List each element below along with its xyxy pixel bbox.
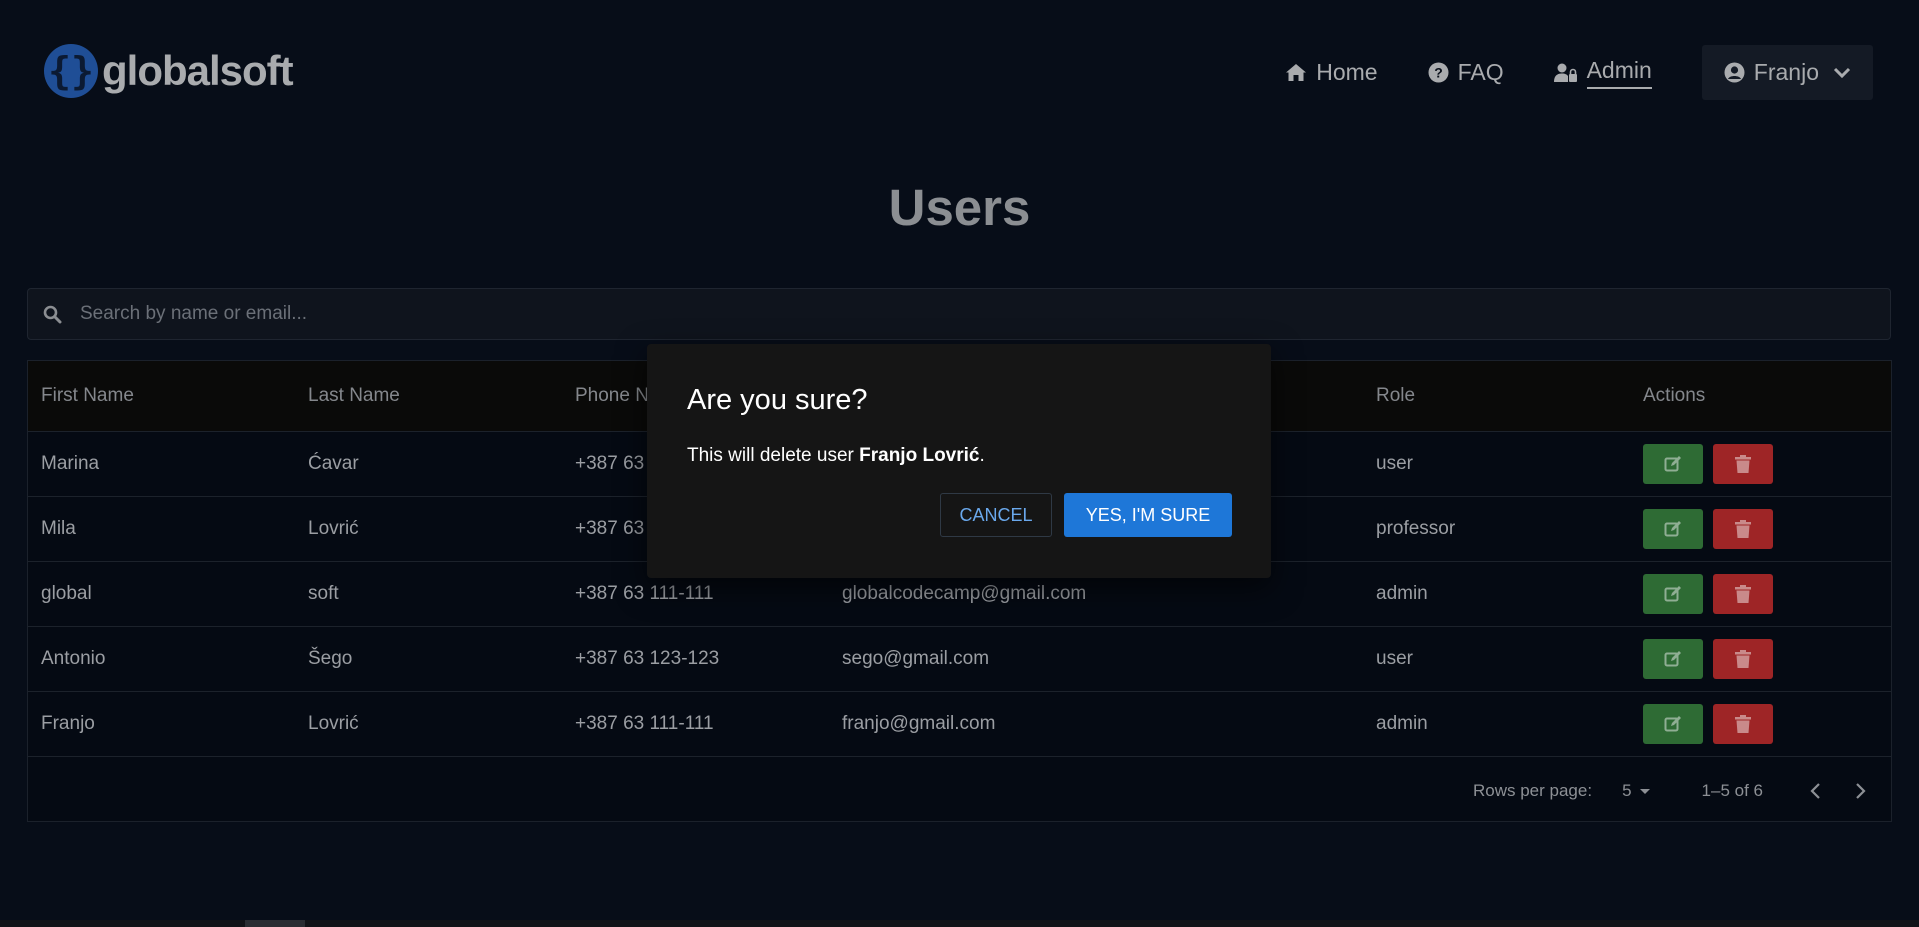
question-circle-icon: ? <box>1428 62 1449 83</box>
cell-first-name: Antonio <box>41 647 106 669</box>
edit-icon <box>1664 455 1681 471</box>
svg-text:?: ? <box>1434 65 1443 81</box>
rows-per-page-label: Rows per page: <box>1473 781 1593 800</box>
user-menu-button[interactable]: Franjo <box>1701 45 1873 100</box>
page-range: 1–5 of 6 <box>1701 781 1763 800</box>
col-role[interactable]: Role <box>1363 361 1630 431</box>
cell-role: user <box>1376 647 1413 669</box>
cell-role: professor <box>1376 517 1456 539</box>
cell-first-name: Marina <box>41 452 100 474</box>
cell-actions <box>1630 626 1891 691</box>
user-lock-icon <box>1553 63 1577 82</box>
col-first-name[interactable]: First Name <box>28 361 295 431</box>
cell-last-name: Lovrić <box>308 517 359 539</box>
rows-per-page-select[interactable]: 5 <box>1622 781 1655 801</box>
top-nav: Home ? FAQ Admin Franjo <box>1285 45 1873 100</box>
edit-button[interactable] <box>1643 638 1703 679</box>
chevron-left-icon <box>1810 783 1820 799</box>
search-box <box>27 288 1891 340</box>
trash-icon <box>1735 584 1751 603</box>
cell-first-name: Franjo <box>41 712 95 734</box>
cell-first-name: global <box>41 582 92 604</box>
table-row: Franjo Lovrić +387 63 111-111 franjo@gma… <box>28 691 1891 756</box>
nav-home-label: Home <box>1316 59 1378 85</box>
edit-button[interactable] <box>1643 573 1703 614</box>
trash-icon <box>1735 519 1751 538</box>
delete-button[interactable] <box>1713 703 1773 744</box>
nav-admin[interactable]: Admin <box>1553 45 1652 100</box>
edit-icon <box>1664 585 1681 601</box>
search-input[interactable] <box>78 302 1782 326</box>
edit-button[interactable] <box>1643 443 1703 484</box>
delete-button[interactable] <box>1713 638 1773 679</box>
page-title: Users <box>888 179 1031 236</box>
nav-admin-label: Admin <box>1586 57 1652 89</box>
nav-home[interactable]: Home <box>1285 45 1378 100</box>
cell-role: admin <box>1376 712 1428 734</box>
edit-icon <box>1664 650 1681 666</box>
trash-icon <box>1735 714 1751 733</box>
next-page-button[interactable] <box>1855 782 1867 800</box>
nav-faq-label: FAQ <box>1457 59 1504 85</box>
scrollbar-thumb[interactable] <box>245 920 305 927</box>
logo-mark-icon: {} <box>44 44 98 98</box>
home-icon <box>1286 64 1307 81</box>
cell-last-name: Ćavar <box>308 452 359 474</box>
cell-phone: +387 63 123-123 <box>575 647 720 669</box>
delete-button[interactable] <box>1713 508 1773 549</box>
cell-last-name: Šego <box>308 647 353 669</box>
cancel-button[interactable]: CANCEL <box>940 493 1052 537</box>
cell-actions <box>1630 496 1891 561</box>
nav-faq[interactable]: ? FAQ <box>1428 45 1504 100</box>
horizontal-scrollbar[interactable] <box>0 920 1919 927</box>
cell-last-name: Lovrić <box>308 712 359 734</box>
trash-icon <box>1735 649 1751 668</box>
brand-logo[interactable]: {} globalsoft <box>44 44 294 98</box>
col-last-name[interactable]: Last Name <box>295 361 562 431</box>
brand-name: globalsoft <box>102 47 294 94</box>
cell-actions <box>1630 561 1891 626</box>
trash-icon <box>1735 454 1751 473</box>
chevron-down-icon <box>1833 67 1851 78</box>
cell-phone: +387 63 111-111 <box>575 712 714 734</box>
edit-icon <box>1664 715 1681 731</box>
caret-down-icon <box>1639 789 1650 794</box>
delete-button[interactable] <box>1713 443 1773 484</box>
delete-button[interactable] <box>1713 573 1773 614</box>
dialog-message-suffix: . <box>979 445 985 466</box>
confirm-delete-button[interactable]: YES, I'M SURE <box>1064 493 1232 537</box>
cell-first-name: Mila <box>41 517 76 539</box>
table-pagination: Rows per page: 5 1–5 of 6 <box>1473 781 1891 801</box>
dialog-message-prefix: This will delete user <box>687 445 860 466</box>
table-row: Antonio Šego +387 63 123-123 sego@gmail.… <box>28 626 1891 691</box>
rows-per-page-value: 5 <box>1622 781 1632 800</box>
dialog-user-name: Franjo Lovrić <box>859 445 980 466</box>
dialog-title: Are you sure? <box>687 384 868 416</box>
cell-role: admin <box>1376 582 1428 604</box>
search-icon <box>43 305 62 323</box>
cell-role: user <box>1376 452 1413 474</box>
confirm-delete-dialog: Are you sure? This will delete user Fran… <box>647 344 1271 578</box>
col-actions: Actions <box>1643 384 1706 406</box>
user-circle-icon <box>1724 62 1745 83</box>
cell-last-name: soft <box>308 582 339 604</box>
edit-button[interactable] <box>1643 508 1703 549</box>
cell-actions <box>1630 691 1891 756</box>
cell-actions <box>1630 431 1891 496</box>
dialog-message: This will delete user Franjo Lovrić. <box>687 445 985 467</box>
prev-page-button[interactable] <box>1809 782 1821 800</box>
cell-email: franjo@gmail.com <box>842 712 996 734</box>
cell-email: sego@gmail.com <box>842 647 990 669</box>
edit-button[interactable] <box>1643 703 1703 744</box>
edit-icon <box>1664 520 1681 536</box>
user-menu-label: Franjo <box>1753 59 1819 85</box>
chevron-right-icon <box>1856 783 1866 799</box>
